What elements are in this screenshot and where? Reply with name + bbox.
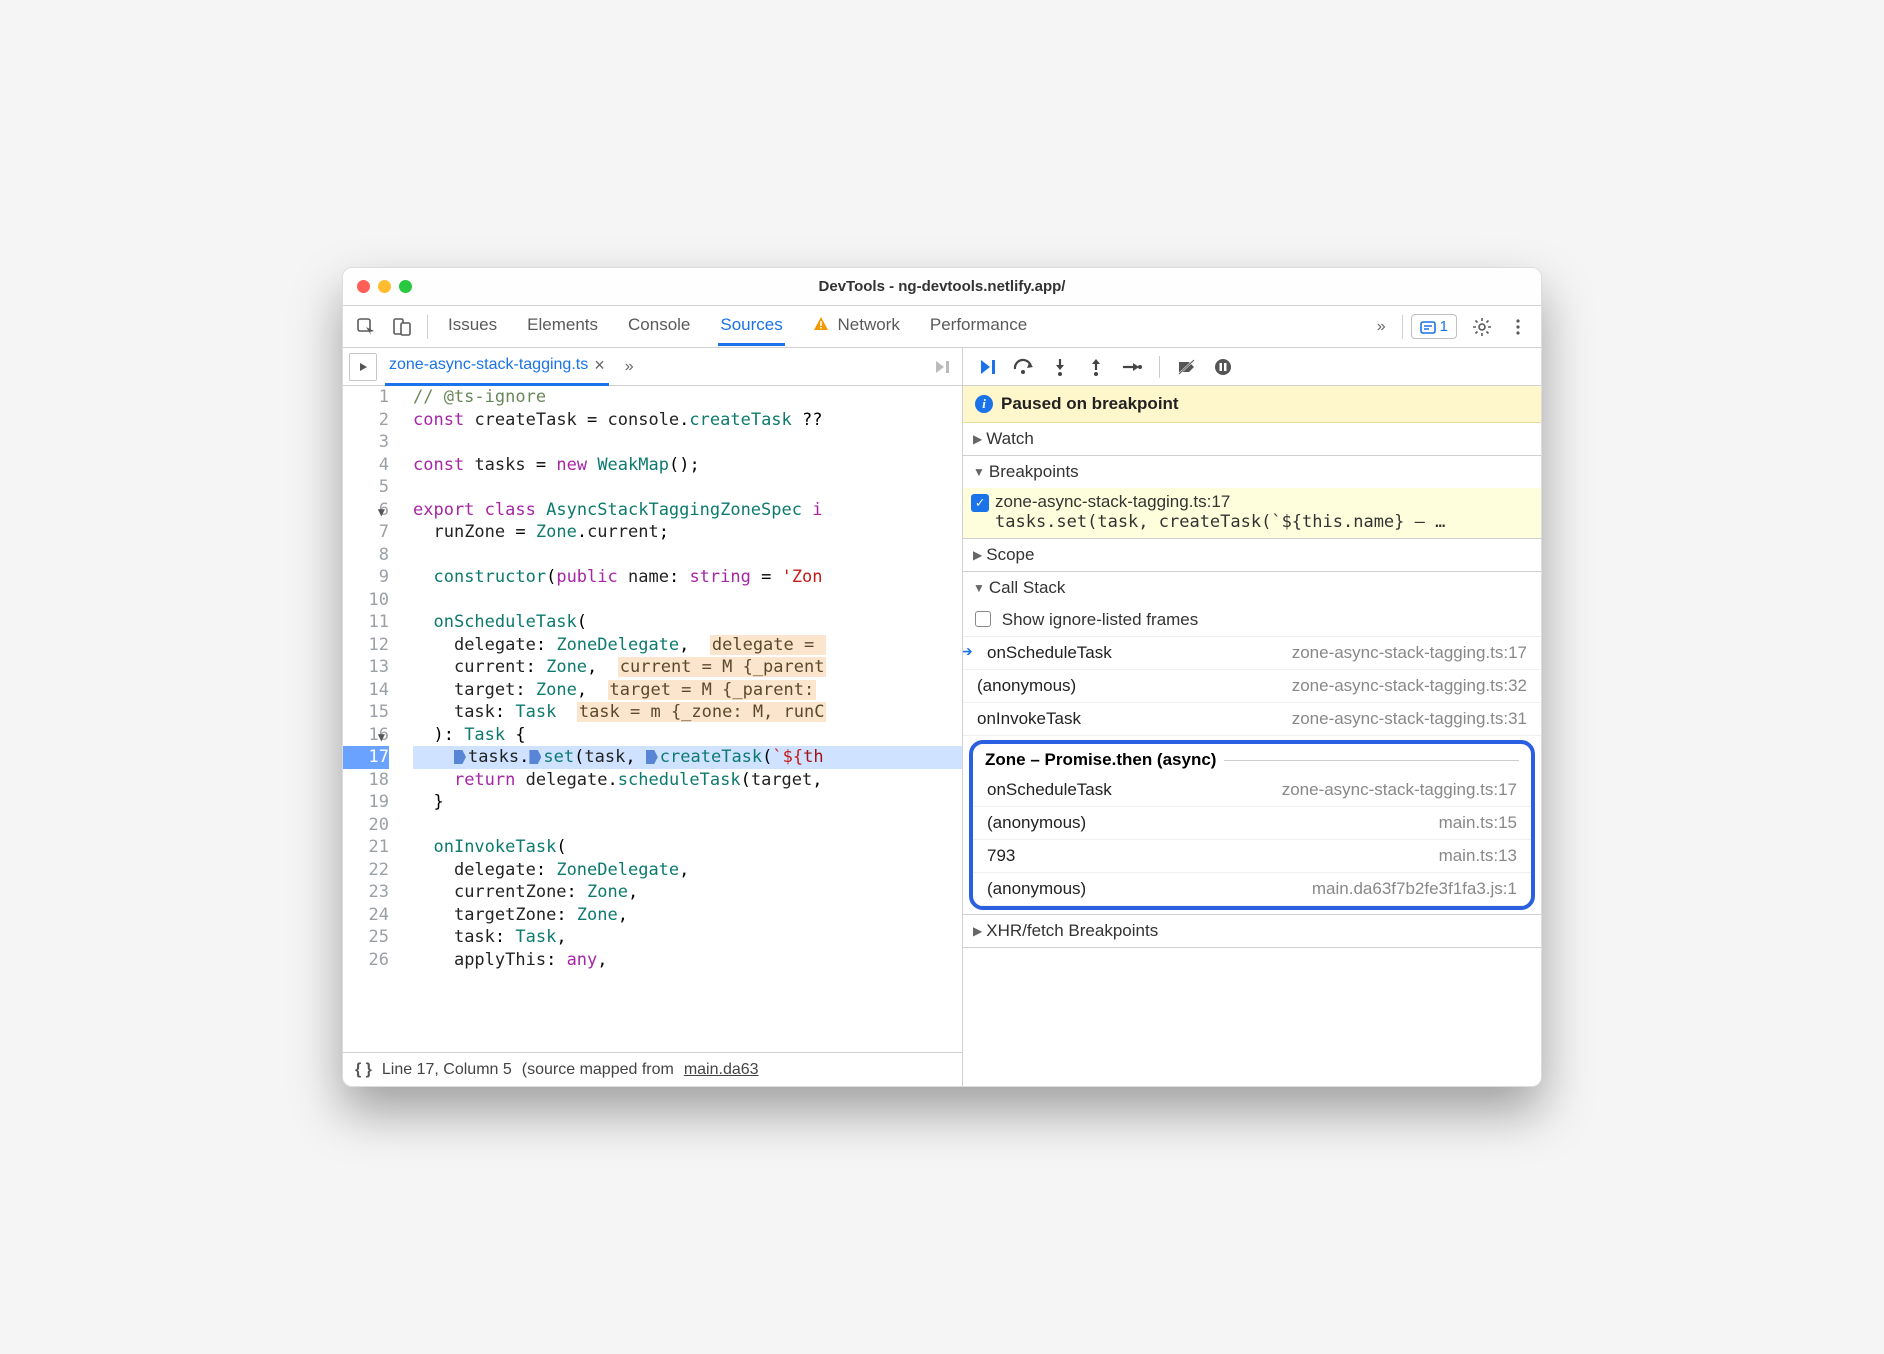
callstack-pane[interactable]: ▼Call Stack Show ignore-listed frames on… (963, 572, 1541, 915)
scope-pane[interactable]: ▶Scope (963, 539, 1541, 572)
async-group-title: Zone – Promise.then (async) (985, 750, 1216, 770)
async-stack-group: Zone – Promise.then (async) onScheduleTa… (969, 740, 1535, 910)
close-icon[interactable]: × (594, 355, 605, 376)
code-editor[interactable]: 123456▼78910111213141516▼171819202122232… (343, 386, 962, 1052)
file-tab-bar: zone-async-stack-tagging.ts × » (343, 348, 962, 386)
cursor-position: Line 17, Column 5 (382, 1061, 512, 1079)
tab-performance[interactable]: Performance (928, 307, 1029, 346)
watch-label: Watch (986, 429, 1034, 449)
line-gutter[interactable]: 123456▼78910111213141516▼171819202122232… (343, 386, 413, 1052)
device-toggle-icon[interactable] (385, 310, 419, 344)
issues-counter[interactable]: 1 (1411, 314, 1457, 339)
stack-frame[interactable]: onInvokeTaskzone-async-stack-tagging.ts:… (963, 703, 1541, 736)
main-toolbar: Issues Elements Console Sources Network … (343, 306, 1541, 348)
show-ignored-frames-row[interactable]: Show ignore-listed frames (963, 604, 1541, 637)
titlebar: DevTools - ng-devtools.netlify.app/ (343, 268, 1541, 306)
stack-frame[interactable]: onScheduleTaskzone-async-stack-tagging.t… (973, 774, 1531, 807)
step-into-icon[interactable] (1047, 354, 1073, 380)
pause-on-exceptions-icon[interactable] (1210, 354, 1236, 380)
step-icon[interactable] (1119, 354, 1145, 380)
breakpoints-label: Breakpoints (989, 462, 1079, 482)
source-map-link[interactable]: main.da63 (684, 1061, 759, 1079)
navigator-toggle-icon[interactable] (349, 353, 377, 381)
stack-frame[interactable]: (anonymous)zone-async-stack-tagging.ts:3… (963, 670, 1541, 703)
info-icon: i (975, 395, 993, 413)
breakpoints-pane[interactable]: ▼Breakpoints ✓ zone-async-stack-tagging.… (963, 456, 1541, 539)
call-stack-group: onScheduleTaskzone-async-stack-tagging.t… (973, 774, 1531, 906)
call-stack-top: onScheduleTaskzone-async-stack-tagging.t… (963, 637, 1541, 736)
stack-frame[interactable]: 793main.ts:13 (973, 840, 1531, 873)
debugger-pane: i Paused on breakpoint ▶Watch ▼Breakpoin… (963, 348, 1541, 1086)
breakpoint-snippet: tasks.set(task, createTask(`${this.name}… (995, 512, 1529, 532)
deactivate-breakpoints-icon[interactable] (1174, 354, 1200, 380)
step-over-icon[interactable] (1011, 354, 1037, 380)
tab-console[interactable]: Console (626, 307, 692, 346)
inspect-element-icon[interactable] (349, 310, 383, 344)
step-out-icon[interactable] (1083, 354, 1109, 380)
issues-count: 1 (1440, 318, 1448, 335)
stack-frame[interactable]: (anonymous)main.da63f7b2fe3f1fa3.js:1 (973, 873, 1531, 906)
breakpoint-file: zone-async-stack-tagging.ts:17 (995, 492, 1529, 512)
source-map-label: (source mapped from (522, 1061, 674, 1079)
pause-status: i Paused on breakpoint (963, 386, 1541, 423)
xhr-breakpoints-pane[interactable]: ▶XHR/fetch Breakpoints (963, 915, 1541, 948)
resume-icon[interactable] (975, 354, 1001, 380)
show-ignored-label: Show ignore-listed frames (1002, 610, 1199, 629)
code-body[interactable]: // @ts-ignoreconst createTask = console.… (413, 386, 962, 1052)
stack-frame[interactable]: (anonymous)main.ts:15 (973, 807, 1531, 840)
xhr-label: XHR/fetch Breakpoints (986, 921, 1158, 941)
main-split: zone-async-stack-tagging.ts × » 123456▼7… (343, 348, 1541, 1086)
tab-issues[interactable]: Issues (446, 307, 499, 346)
editor-status-bar: { } Line 17, Column 5 (source mapped fro… (343, 1052, 962, 1086)
debug-toolbar (963, 348, 1541, 386)
source-pane: zone-async-stack-tagging.ts × » 123456▼7… (343, 348, 963, 1086)
panel-tabs: Issues Elements Console Sources Network … (446, 307, 1367, 346)
tabs-overflow-icon[interactable]: » (1369, 318, 1394, 336)
more-menu-icon[interactable] (1501, 310, 1535, 344)
scope-label: Scope (986, 545, 1034, 565)
traffic-lights (357, 280, 412, 293)
tab-sources[interactable]: Sources (718, 307, 784, 346)
stack-frame[interactable]: onScheduleTaskzone-async-stack-tagging.t… (963, 637, 1541, 670)
watch-pane[interactable]: ▶Watch (963, 423, 1541, 456)
file-tab-active[interactable]: zone-async-stack-tagging.ts × (385, 348, 609, 386)
window-title: DevTools - ng-devtools.netlify.app/ (343, 278, 1541, 295)
pause-message: Paused on breakpoint (1001, 394, 1179, 414)
file-tabs-overflow-icon[interactable]: » (617, 358, 642, 376)
devtools-window: DevTools - ng-devtools.netlify.app/ Issu… (342, 267, 1542, 1087)
close-window-button[interactable] (357, 280, 370, 293)
breakpoint-item[interactable]: ✓ zone-async-stack-tagging.ts:17 tasks.s… (963, 488, 1541, 538)
callstack-label: Call Stack (989, 578, 1066, 598)
tab-network-label: Network (838, 315, 900, 334)
settings-gear-icon[interactable] (1465, 310, 1499, 344)
breakpoint-checkbox[interactable]: ✓ (971, 494, 989, 512)
tab-elements[interactable]: Elements (525, 307, 600, 346)
minimize-window-button[interactable] (378, 280, 391, 293)
file-tab-name: zone-async-stack-tagging.ts (389, 356, 588, 374)
zoom-window-button[interactable] (399, 280, 412, 293)
tab-network[interactable]: Network (811, 307, 902, 346)
pretty-print-icon[interactable]: { } (355, 1061, 372, 1079)
snippet-run-icon[interactable] (932, 357, 956, 377)
show-ignored-checkbox[interactable] (975, 611, 991, 627)
